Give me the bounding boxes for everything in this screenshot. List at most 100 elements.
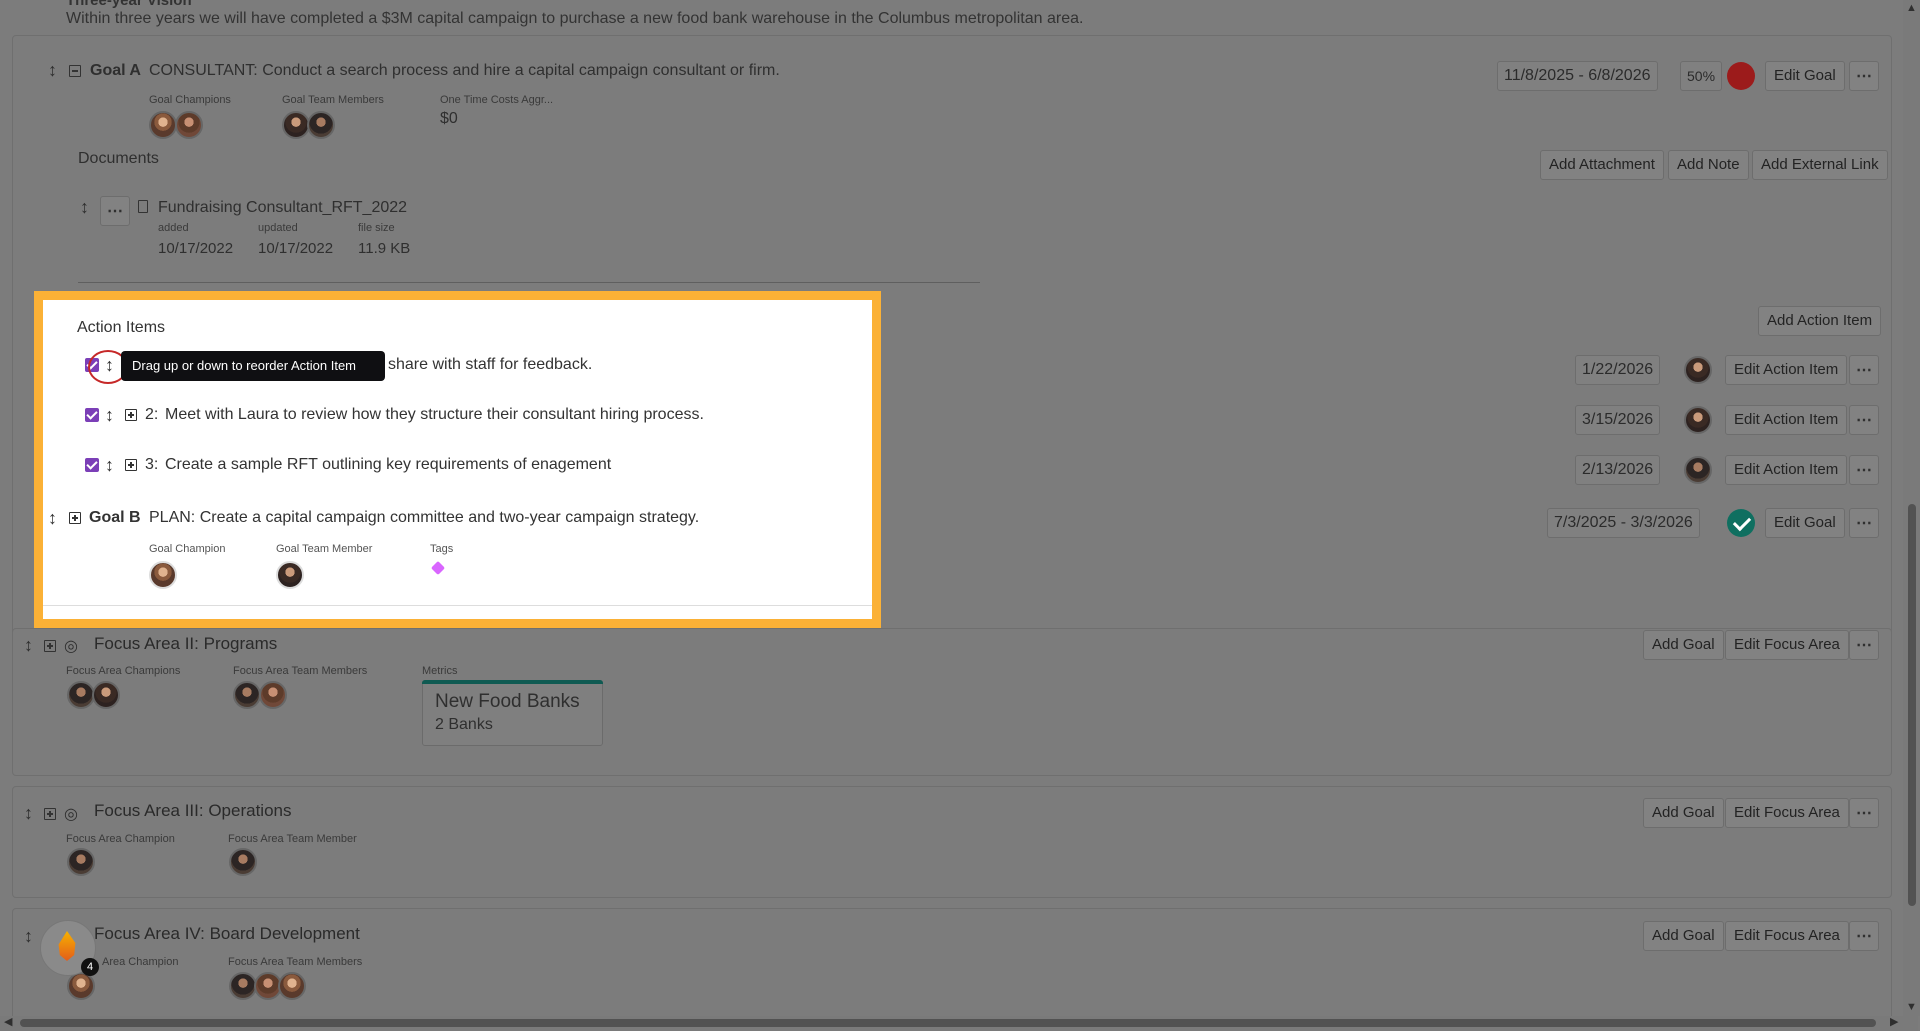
tag-icon[interactable]: [430, 560, 446, 576]
scroll-down-icon[interactable]: ▼: [1906, 1001, 1917, 1013]
goal-a-champions-label: Goal Champions: [149, 94, 231, 106]
goal-a-label: Goal A: [90, 62, 141, 79]
drag-handle-icon[interactable]: ↕: [105, 456, 114, 474]
focus-area-4-champion-label: Area Champion: [102, 956, 179, 968]
goal-a-more-button[interactable]: ⋯: [1849, 61, 1879, 91]
avatar[interactable]: [229, 972, 257, 1000]
edit-action-item-1-button[interactable]: Edit Action Item: [1725, 355, 1848, 385]
expand-square-icon[interactable]: [125, 409, 137, 421]
avatar[interactable]: [92, 681, 120, 709]
focus-area-2-edit-button[interactable]: Edit Focus Area: [1725, 630, 1849, 660]
action-item-2-checkbox[interactable]: [85, 408, 99, 422]
focus-area-3-edit-button[interactable]: Edit Focus Area: [1725, 798, 1849, 828]
highlighted-action-items-panel: Action Items ↕ share with staff for feed…: [34, 291, 881, 628]
expand-square-icon[interactable]: [44, 640, 56, 652]
action-item-3-checkbox[interactable]: [85, 458, 99, 472]
avatar[interactable]: [282, 111, 310, 139]
scroll-left-icon[interactable]: ◀: [4, 1015, 12, 1028]
action-item-1-more-button[interactable]: ⋯: [1849, 355, 1879, 385]
action-item-3-date: 2/13/2026: [1575, 455, 1661, 485]
avatar[interactable]: [276, 561, 304, 589]
avatar[interactable]: [229, 848, 257, 876]
add-action-item-button[interactable]: Add Action Item: [1758, 306, 1882, 336]
avatar[interactable]: [259, 681, 287, 709]
vertical-scrollbar-thumb[interactable]: [1908, 504, 1916, 906]
document-more-button[interactable]: ⋯: [100, 196, 130, 226]
chat-widget-button[interactable]: 4: [40, 920, 99, 976]
focus-area-4-more-button[interactable]: ⋯: [1849, 921, 1879, 951]
metric-card-new-food-banks[interactable]: New Food Banks 2 Banks: [422, 680, 603, 746]
add-note-button[interactable]: Add Note: [1668, 150, 1749, 180]
vision-text: Within three years we will have complete…: [66, 10, 1084, 27]
edit-goal-b-button[interactable]: Edit Goal: [1765, 508, 1845, 538]
focus-area-4-add-goal-button[interactable]: Add Goal: [1643, 921, 1724, 951]
focus-area-2-card: [12, 628, 1892, 776]
focus-area-3-team-label: Focus Area Team Member: [228, 833, 357, 845]
action-item-1-date: 1/22/2026: [1575, 355, 1661, 385]
avatar[interactable]: [67, 972, 95, 1000]
avatar[interactable]: [175, 111, 203, 139]
document-icon: [138, 200, 148, 213]
focus-area-2-metrics-label: Metrics: [422, 665, 458, 677]
avatar[interactable]: [233, 681, 261, 709]
avatar[interactable]: [307, 111, 335, 139]
avatar[interactable]: [67, 848, 95, 876]
action-item-2-more-button[interactable]: ⋯: [1849, 405, 1879, 435]
focus-area-2-team-label: Focus Area Team Members: [233, 665, 368, 677]
focus-area-2-champions-label: Focus Area Champions: [66, 665, 181, 677]
focus-area-3-more-button[interactable]: ⋯: [1849, 798, 1879, 828]
expand-square-icon[interactable]: [69, 512, 81, 524]
add-attachment-button[interactable]: Add Attachment: [1540, 150, 1664, 180]
more-horizontal-icon: ⋯: [1856, 462, 1872, 479]
more-horizontal-icon: ⋯: [107, 203, 123, 220]
avatar[interactable]: [1684, 456, 1712, 484]
avatar[interactable]: [1684, 406, 1712, 434]
drag-handle-icon[interactable]: ↕: [48, 509, 57, 527]
focus-area-2-add-goal-button[interactable]: Add Goal: [1643, 630, 1724, 660]
drag-handle-icon[interactable]: ↕: [80, 198, 89, 216]
more-horizontal-icon: ⋯: [1856, 637, 1872, 654]
goal-a-costs-label: One Time Costs Aggr...: [440, 94, 554, 106]
add-external-link-button[interactable]: Add External Link: [1752, 150, 1888, 180]
avatar[interactable]: [149, 111, 177, 139]
scroll-right-icon[interactable]: ▶: [1890, 1015, 1898, 1028]
expand-square-icon[interactable]: [44, 808, 56, 820]
drag-handle-icon[interactable]: ↕: [24, 927, 33, 945]
action-item-1-text[interactable]: share with staff for feedback.: [388, 356, 592, 374]
edit-goal-a-button[interactable]: Edit Goal: [1765, 61, 1845, 91]
more-horizontal-icon: ⋯: [1856, 805, 1872, 822]
action-item-3-number: 3:: [145, 456, 159, 473]
focus-area-4-edit-button[interactable]: Edit Focus Area: [1725, 921, 1849, 951]
collapse-square-icon[interactable]: [69, 65, 81, 77]
focus-area-3-add-goal-button[interactable]: Add Goal: [1643, 798, 1724, 828]
more-horizontal-icon: ⋯: [1856, 412, 1872, 429]
eye-off-icon[interactable]: ◎: [64, 804, 78, 824]
action-item-3-more-button[interactable]: ⋯: [1849, 455, 1879, 485]
focus-area-2-more-button[interactable]: ⋯: [1849, 630, 1879, 660]
edit-action-item-2-button[interactable]: Edit Action Item: [1725, 405, 1848, 435]
edit-action-item-3-button[interactable]: Edit Action Item: [1725, 455, 1848, 485]
eye-off-icon[interactable]: ◎: [64, 636, 78, 656]
document-added-label: added: [158, 222, 189, 234]
action-item-2-text[interactable]: Meet with Laura to review how they struc…: [165, 406, 704, 424]
goal-b-more-button[interactable]: ⋯: [1849, 508, 1879, 538]
drag-handle-icon[interactable]: ↕: [48, 61, 57, 79]
chat-flame-icon: [58, 931, 76, 961]
scroll-up-icon[interactable]: ▲: [1906, 2, 1917, 14]
document-name[interactable]: Fundraising Consultant_RFT_2022: [158, 199, 407, 217]
drag-handle-icon[interactable]: ↕: [24, 636, 33, 654]
avatar[interactable]: [67, 681, 95, 709]
drag-handle-icon[interactable]: ↕: [105, 406, 114, 424]
drag-handle-icon[interactable]: ↕: [24, 804, 33, 822]
horizontal-scrollbar-thumb[interactable]: [20, 1019, 1876, 1027]
focus-area-4-title: Focus Area IV: Board Development: [94, 924, 360, 943]
avatar[interactable]: [278, 972, 306, 1000]
chat-badge: 4: [81, 958, 99, 976]
avatar[interactable]: [149, 561, 177, 589]
document-updated-label: updated: [258, 222, 298, 234]
avatar[interactable]: [1684, 356, 1712, 384]
expand-square-icon[interactable]: [125, 459, 137, 471]
more-horizontal-icon: ⋯: [1856, 68, 1872, 85]
documents-divider: [78, 282, 980, 283]
action-item-3-text[interactable]: Create a sample RFT outlining key requir…: [165, 456, 611, 474]
